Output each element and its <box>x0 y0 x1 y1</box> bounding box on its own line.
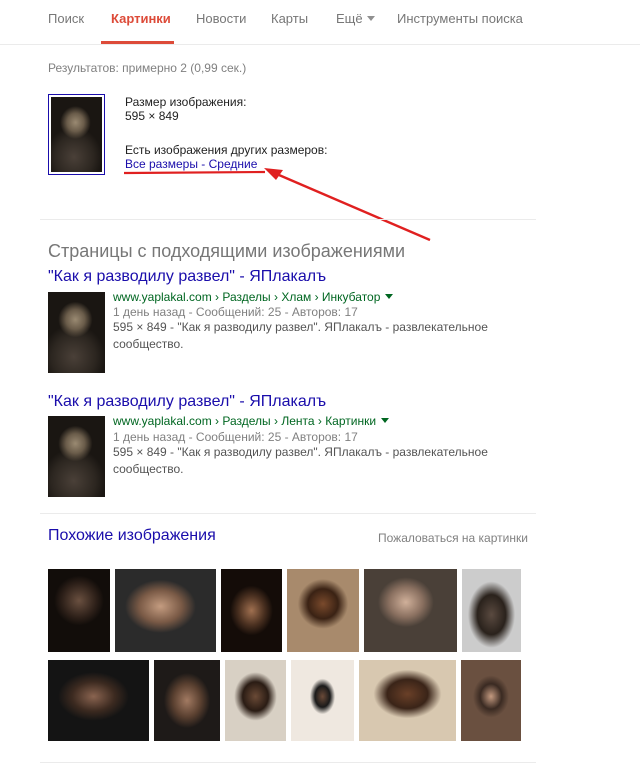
chevron-down-icon[interactable] <box>385 294 394 299</box>
similar-image[interactable] <box>462 569 521 652</box>
report-images-link[interactable]: Пожаловаться на картинки <box>378 531 528 545</box>
matching-pages-title: Страницы с подходящими изображениями <box>48 241 406 261</box>
annotation-arrowhead <box>264 168 283 180</box>
result-meta: 1 день назад - Сообщений: 25 - Авторов: … <box>113 305 358 319</box>
chevron-down-icon[interactable] <box>381 418 390 423</box>
result-url-text: www.yaplakal.com › Разделы › Хлам › Инку… <box>113 290 381 304</box>
similar-image[interactable] <box>359 660 456 741</box>
result-url-text: www.yaplakal.com › Разделы › Лента › Кар… <box>113 414 377 428</box>
result-url: www.yaplakal.com › Разделы › Хлам › Инку… <box>113 290 394 304</box>
divider <box>40 513 536 514</box>
annotation-overlay <box>123 168 431 242</box>
result-title[interactable]: "Как я разводилу развел" - ЯПлакалъ <box>48 268 326 286</box>
result-image <box>48 416 105 497</box>
annotation-arrow-line <box>271 170 431 242</box>
result-snippet: 595 × 849 - "Как я разводилу развел". ЯП… <box>113 445 488 476</box>
similar-image[interactable] <box>225 660 286 741</box>
result-meta: 1 день назад - Сообщений: 25 - Авторов: … <box>113 430 358 444</box>
similar-image[interactable] <box>48 660 149 741</box>
similar-image[interactable] <box>115 569 216 652</box>
result-url: www.yaplakal.com › Разделы › Лента › Кар… <box>113 414 390 428</box>
result-snippet: 595 × 849 - "Как я разводилу развел". ЯП… <box>113 320 488 351</box>
similar-image[interactable] <box>461 660 521 741</box>
divider <box>40 219 536 220</box>
annotation-underline <box>123 170 266 175</box>
result-image <box>48 292 105 373</box>
similar-image[interactable] <box>364 569 457 652</box>
similar-images-title[interactable]: Похожие изображения <box>48 527 216 545</box>
result-thumbnail[interactable] <box>48 292 105 373</box>
similar-image[interactable] <box>287 569 359 652</box>
similar-image[interactable] <box>154 660 220 741</box>
similar-image[interactable] <box>291 660 354 741</box>
similar-image[interactable] <box>48 569 110 652</box>
similar-image[interactable] <box>221 569 282 652</box>
result-title[interactable]: "Как я разводилу развел" - ЯПлакалъ <box>48 393 326 411</box>
result-thumbnail[interactable] <box>48 416 105 497</box>
divider <box>40 762 536 763</box>
